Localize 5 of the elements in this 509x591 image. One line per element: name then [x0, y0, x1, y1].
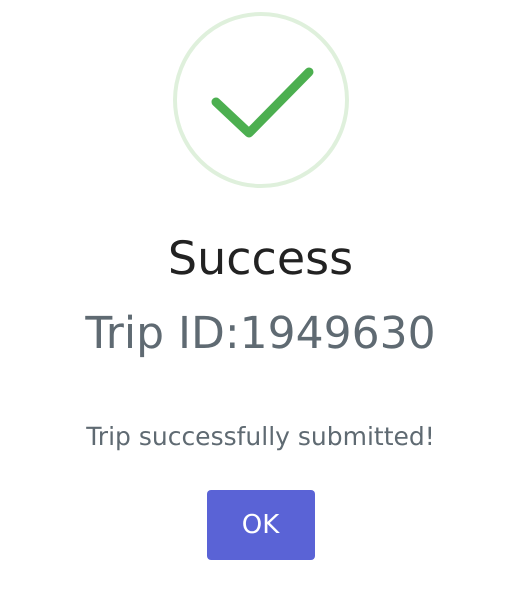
- trip-id: Trip ID:1949630: [85, 307, 436, 361]
- dialog-title: Success: [168, 230, 354, 286]
- check-circle-icon: [170, 10, 350, 190]
- message-text: Trip successfully submitted!: [86, 421, 435, 453]
- ok-button[interactable]: OK: [206, 490, 314, 560]
